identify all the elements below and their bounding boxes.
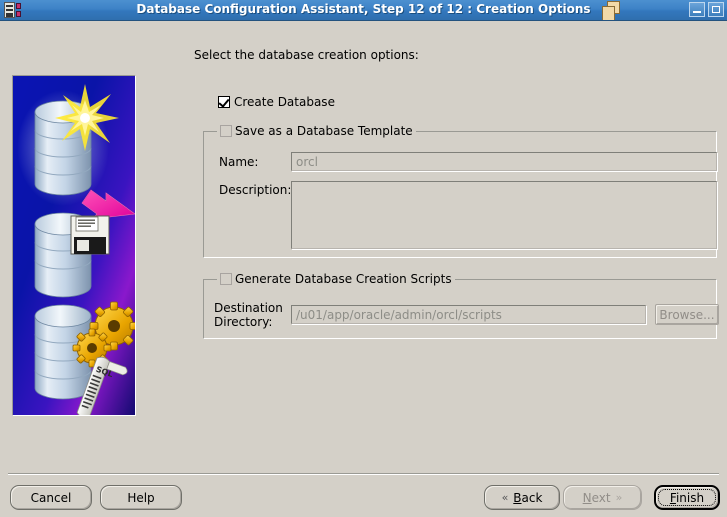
destination-directory-label-line2: Directory: <box>214 315 273 329</box>
browse-label: Browse... <box>659 307 715 322</box>
checkbox-icon[interactable] <box>218 96 230 108</box>
next-button[interactable]: Next » <box>563 485 642 510</box>
checkbox-icon[interactable] <box>220 273 232 285</box>
destination-directory-input[interactable]: /u01/app/oracle/admin/orcl/scripts <box>291 305 646 324</box>
finish-button[interactable]: Finish <box>654 485 720 510</box>
browse-button[interactable]: Browse... <box>655 304 719 325</box>
cancel-label: Cancel <box>30 490 72 505</box>
create-database-label: Create Database <box>234 95 335 109</box>
next-label: Next <box>582 490 611 505</box>
description-label: Description: <box>219 183 292 197</box>
template-name-input[interactable]: orcl <box>291 152 717 171</box>
chevron-left-icon: « <box>501 491 509 504</box>
save-as-template-checkbox[interactable]: Save as a Database Template <box>217 124 416 138</box>
window-titlebar[interactable]: Database Configuration Assistant, Step 1… <box>0 0 727 21</box>
help-label: Help <box>127 490 155 505</box>
window-controls <box>689 2 724 17</box>
minimize-button[interactable] <box>689 2 705 17</box>
save-as-template-label: Save as a Database Template <box>235 124 413 138</box>
footer-separator <box>8 473 719 475</box>
maximize-button[interactable] <box>708 2 724 17</box>
database-creation-illustration: SQL <box>12 75 136 416</box>
dbca-window: Database Configuration Assistant, Step 1… <box>0 0 727 517</box>
back-button[interactable]: « Back <box>484 485 560 510</box>
copy-windows-icon <box>600 1 624 20</box>
finish-label: Finish <box>669 490 705 505</box>
cancel-button[interactable]: Cancel <box>10 485 92 510</box>
help-button[interactable]: Help <box>100 485 182 510</box>
create-database-checkbox[interactable]: Create Database <box>218 95 335 109</box>
generate-scripts-label: Generate Database Creation Scripts <box>235 272 452 286</box>
generate-scripts-checkbox[interactable]: Generate Database Creation Scripts <box>217 272 455 286</box>
template-description-input[interactable] <box>291 181 717 249</box>
page-instruction: Select the database creation options: <box>194 48 419 62</box>
name-label: Name: <box>219 155 259 169</box>
checkbox-icon[interactable] <box>220 125 232 137</box>
dialog-content: SQL Select the database creation options… <box>0 21 727 517</box>
destination-directory-label-line1: Destination <box>214 301 283 315</box>
chevron-right-icon: » <box>615 491 623 504</box>
back-label: Back <box>513 490 543 505</box>
